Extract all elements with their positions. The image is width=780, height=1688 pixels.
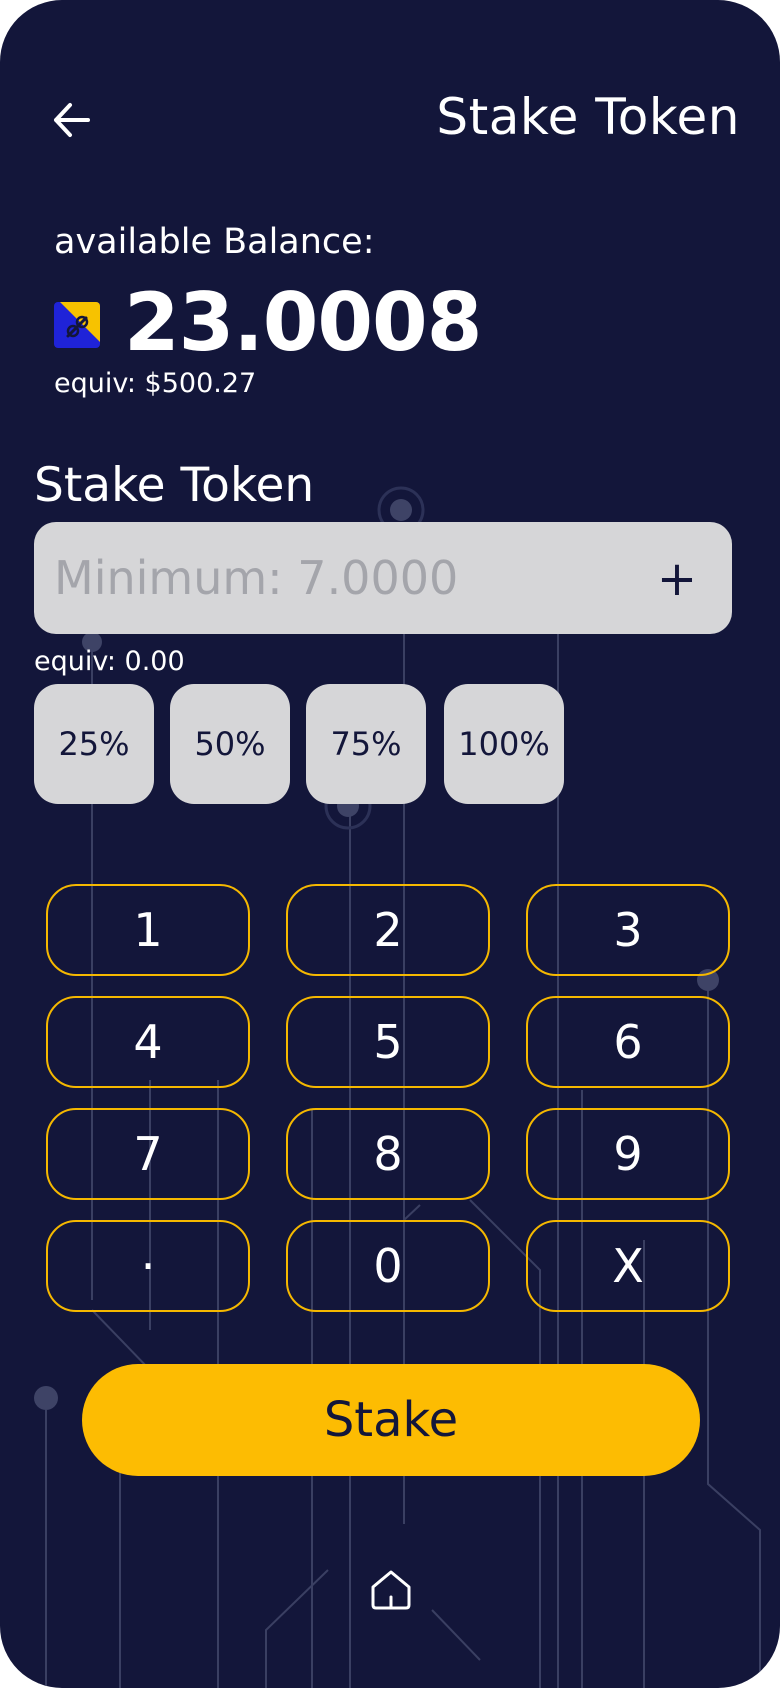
key-6[interactable]: 6 (526, 996, 730, 1088)
key-0[interactable]: 0 (286, 1220, 490, 1312)
stake-amount-equiv: equiv: 0.00 (34, 646, 185, 677)
page-title: Stake Token (436, 88, 740, 146)
percent-25-button[interactable]: 25% (34, 684, 154, 804)
stake-amount-field: + (34, 522, 732, 634)
percent-50-button[interactable]: 50% (170, 684, 290, 804)
balance-equiv-value: equiv: $500.27 (54, 368, 257, 399)
available-balance-label: available Balance: (54, 222, 375, 262)
home-button[interactable] (366, 1564, 416, 1614)
stake-amount-input[interactable] (54, 522, 634, 634)
key-7[interactable]: 7 (46, 1108, 250, 1200)
key-decimal[interactable]: · (46, 1220, 250, 1312)
key-5[interactable]: 5 (286, 996, 490, 1088)
stake-button[interactable]: Stake (82, 1364, 700, 1476)
token-logo-icon (54, 302, 100, 348)
key-9[interactable]: 9 (526, 1108, 730, 1200)
key-8[interactable]: 8 (286, 1108, 490, 1200)
key-1[interactable]: 1 (46, 884, 250, 976)
back-button[interactable] (44, 92, 100, 148)
percent-100-button[interactable]: 100% (444, 684, 564, 804)
balance-amount: 23.0008 (124, 276, 482, 369)
arrow-left-icon (54, 103, 90, 137)
key-3[interactable]: 3 (526, 884, 730, 976)
key-4[interactable]: 4 (46, 996, 250, 1088)
key-clear[interactable]: X (526, 1220, 730, 1312)
percent-75-button[interactable]: 75% (306, 684, 426, 804)
plus-button[interactable]: + (650, 552, 704, 606)
key-2[interactable]: 2 (286, 884, 490, 976)
stake-token-screen: Stake Token available Balance: 23.0008 e… (0, 0, 780, 1688)
stake-form-title: Stake Token (34, 458, 315, 513)
home-icon (371, 1570, 411, 1610)
